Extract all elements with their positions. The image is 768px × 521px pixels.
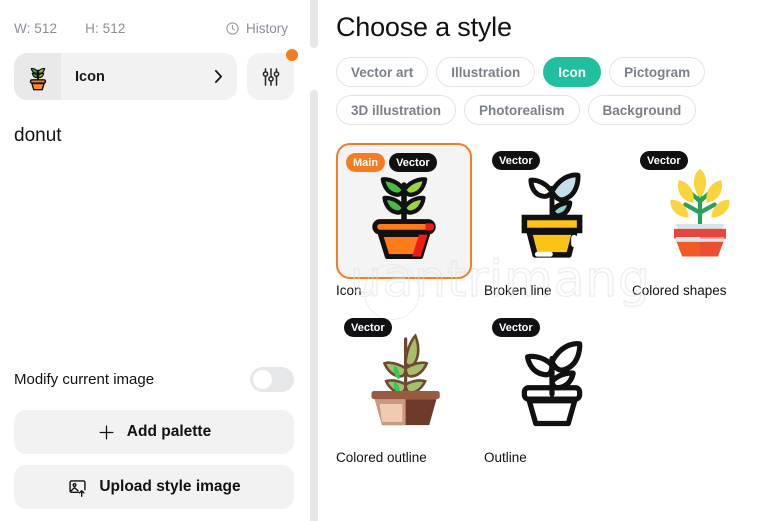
style-panel: Choose a style Vector art Illustration I… [320, 0, 768, 521]
style-card-thumbnail: Main Vector [336, 143, 472, 279]
scrollbar-thumb-main[interactable] [310, 90, 318, 521]
modify-current-image-label: Modify current image [14, 370, 155, 388]
history-label: History [245, 20, 288, 36]
style-card-colored-shapes[interactable]: Vector Colored shapes [632, 143, 768, 298]
style-card-tags: Vector [344, 318, 392, 337]
style-card-label: Colored outline [336, 450, 427, 465]
app-root: W: 512 H: 512 History Icon donut Modify … [0, 0, 768, 521]
current-style-label: Icon [75, 68, 105, 85]
chip-3d-illustration[interactable]: 3D illustration [336, 95, 457, 125]
style-card-thumbnail: Vector [484, 143, 620, 279]
sidebar-scrollbar[interactable] [308, 0, 320, 521]
style-card-colored-outline[interactable]: Vector Colored outline [336, 310, 472, 465]
upload-style-image-button[interactable]: Upload style image [14, 465, 294, 509]
style-card-broken-line[interactable]: Vector Broken line [484, 143, 620, 298]
sliders-icon [260, 66, 282, 88]
style-card-grid: Main Vector Icon Vector Broken line Vect… [336, 143, 768, 465]
chip-background[interactable]: Background [587, 95, 697, 125]
tag-vector: Vector [344, 318, 392, 337]
chevron-right-icon [214, 69, 223, 84]
settings-notification-badge [286, 49, 298, 61]
style-card-label: Colored shapes [632, 283, 727, 298]
style-card-label: Broken line [484, 283, 552, 298]
left-sidebar: W: 512 H: 512 History Icon donut Modify … [0, 0, 308, 521]
style-card-label: Outline [484, 450, 527, 465]
chip-illustration[interactable]: Illustration [436, 57, 536, 87]
tag-vector: Vector [640, 151, 688, 170]
plant-filled-orange-art [372, 177, 436, 259]
toggle-knob [253, 369, 272, 389]
style-card-thumbnail: Vector [336, 310, 472, 446]
palette-plus-icon [97, 423, 116, 442]
plant-broken-line-yellow-art [521, 172, 583, 258]
style-card-tags: Vector [640, 151, 688, 170]
clock-icon [225, 21, 240, 36]
modify-current-image-row: Modify current image [14, 362, 294, 396]
chip-vector-art[interactable]: Vector art [336, 57, 429, 87]
style-card-thumbnail: Vector [632, 143, 768, 279]
style-category-chips: Vector art Illustration Icon Pictogram 3… [336, 57, 756, 125]
current-style-button[interactable]: Icon [14, 53, 237, 100]
chip-photorealism[interactable]: Photorealism [464, 95, 580, 125]
sidebar-bottom-controls: Modify current image Add palette Upload … [14, 362, 294, 521]
tag-vector: Vector [492, 151, 540, 170]
tag-vector: Vector [389, 153, 437, 172]
panel-title: Choose a style [336, 12, 512, 42]
add-palette-label: Add palette [126, 423, 212, 440]
modify-current-image-toggle[interactable] [250, 366, 294, 392]
style-card-tags: Vector [492, 151, 540, 170]
add-palette-button[interactable]: Add palette [14, 410, 294, 454]
image-size-row: W: 512 H: 512 History [14, 14, 294, 42]
plant-colored-shapes-art [670, 168, 730, 257]
style-card-tags: Vector [492, 318, 540, 337]
style-card-label: Icon [336, 283, 362, 298]
tag-vector: Vector [492, 318, 540, 337]
style-settings-button[interactable] [247, 49, 298, 100]
style-card-tags: Main Vector [346, 153, 437, 172]
scrollbar-thumb-top[interactable] [310, 0, 318, 48]
plant-colored-outline-brown-art [371, 333, 440, 426]
history-button[interactable]: History [225, 21, 294, 36]
style-card-icon[interactable]: Main Vector Icon [336, 143, 472, 298]
potted-plant-icon [14, 53, 61, 100]
upload-style-image-label: Upload style image [99, 478, 241, 495]
prompt-text[interactable]: donut [14, 125, 294, 148]
plant-outline-black-art [521, 341, 583, 427]
style-card-outline[interactable]: Vector Outline [484, 310, 620, 465]
chip-pictogram[interactable]: Pictogram [609, 57, 706, 87]
image-width-label: W: 512 [14, 20, 58, 36]
image-height-label: H: 512 [85, 20, 126, 36]
tag-main: Main [346, 153, 386, 172]
style-selector-row: Icon [14, 49, 298, 100]
chip-icon[interactable]: Icon [543, 57, 602, 87]
image-upload-icon [67, 477, 88, 498]
style-card-thumbnail: Vector [484, 310, 620, 446]
